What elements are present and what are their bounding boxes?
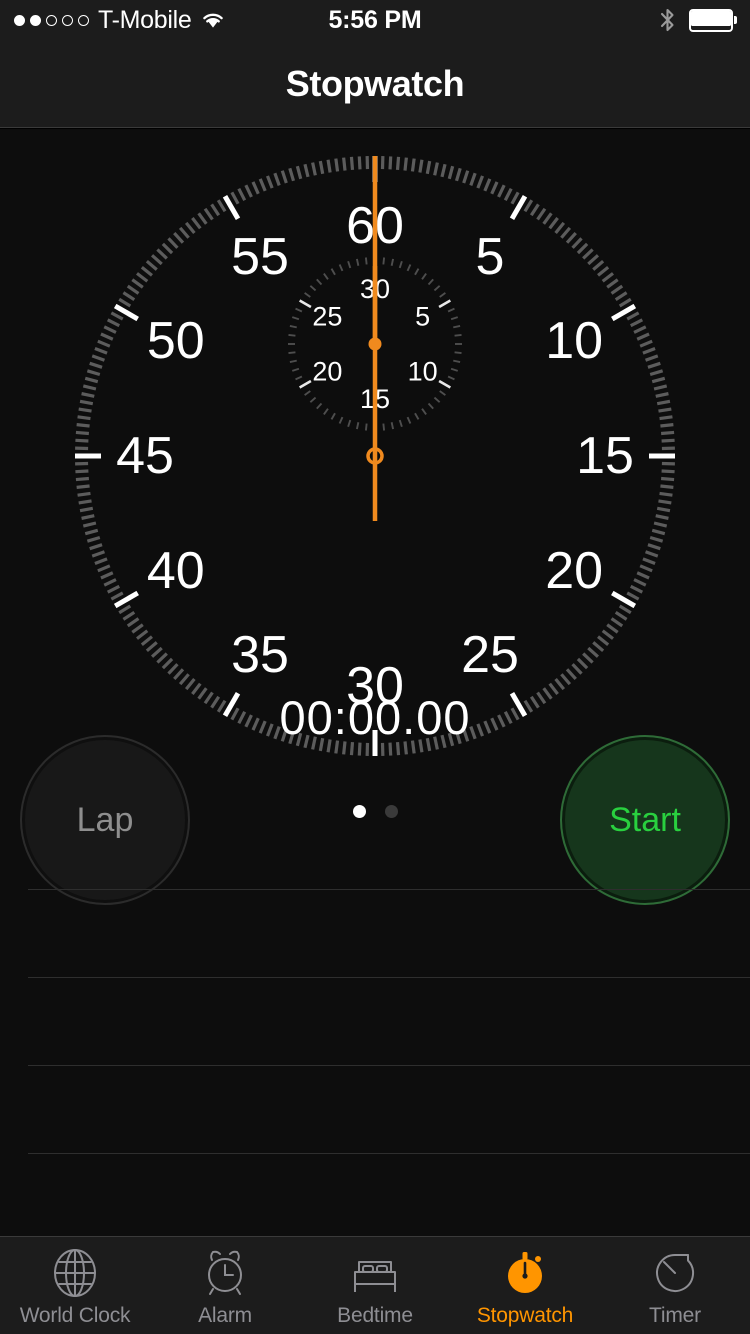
status-bar: T-Mobile 5:56 PM xyxy=(0,0,750,40)
status-bar-clock: 5:56 PM xyxy=(0,6,750,35)
dial-numeral: 10 xyxy=(545,312,603,370)
tab-world-clock[interactable]: World Clock xyxy=(0,1237,150,1334)
navigation-bar: Stopwatch xyxy=(0,40,750,128)
page-dot[interactable] xyxy=(353,805,366,818)
subdial-numeral: 10 xyxy=(408,357,438,387)
dial-numeral: 15 xyxy=(576,427,634,485)
lap-row xyxy=(28,1065,750,1153)
stopwatch-dial: 60510152025303540455055 30510152025 xyxy=(0,129,750,769)
tab-label: Timer xyxy=(649,1304,701,1328)
tab-stopwatch[interactable]: Stopwatch xyxy=(450,1237,600,1334)
dial-numeral: 5 xyxy=(476,228,505,286)
subdial-numeral: 20 xyxy=(312,357,342,387)
bluetooth-icon xyxy=(659,7,676,33)
tab-label: Stopwatch xyxy=(477,1304,573,1328)
globe-icon xyxy=(48,1246,102,1300)
start-button[interactable]: Start xyxy=(560,735,730,905)
page-indicator[interactable] xyxy=(0,805,750,818)
lap-row xyxy=(28,889,750,977)
tab-bedtime[interactable]: Bedtime xyxy=(300,1237,450,1334)
tab-label: Alarm xyxy=(198,1304,252,1328)
alarm-clock-icon xyxy=(198,1246,252,1300)
lap-row xyxy=(28,1153,750,1241)
stopwatch-icon xyxy=(498,1246,552,1300)
timer-icon xyxy=(648,1246,702,1300)
bed-icon xyxy=(348,1246,402,1300)
dial-numeral: 35 xyxy=(231,626,289,684)
lap-row xyxy=(28,977,750,1065)
subdial-hub xyxy=(369,338,382,351)
dial-numeral: 25 xyxy=(461,626,519,684)
tab-alarm[interactable]: Alarm xyxy=(150,1237,300,1334)
dial-numeral: 45 xyxy=(116,427,174,485)
tab-label: Bedtime xyxy=(337,1304,413,1328)
dial-svg: 60510152025303540455055 30510152025 xyxy=(0,129,750,769)
tab-bar: World Clock Alarm Bedtime Stopwatch Time… xyxy=(0,1236,750,1334)
status-bar-right xyxy=(659,7,737,33)
page-title: Stopwatch xyxy=(286,63,464,105)
subdial-numeral: 5 xyxy=(415,302,430,332)
subdial-numeral: 25 xyxy=(312,302,342,332)
dial-numeral: 20 xyxy=(545,542,603,600)
dial-numeral: 40 xyxy=(147,542,205,600)
lap-button[interactable]: Lap xyxy=(20,735,190,905)
dial-numeral: 55 xyxy=(231,228,289,286)
page-dot[interactable] xyxy=(385,805,398,818)
stopwatch-screen: 60510152025303540455055 30510152025 00:0… xyxy=(0,129,750,1236)
tab-label: World Clock xyxy=(20,1304,131,1328)
dial-numeral: 50 xyxy=(147,312,205,370)
tab-timer[interactable]: Timer xyxy=(600,1237,750,1334)
battery-icon xyxy=(689,9,737,32)
